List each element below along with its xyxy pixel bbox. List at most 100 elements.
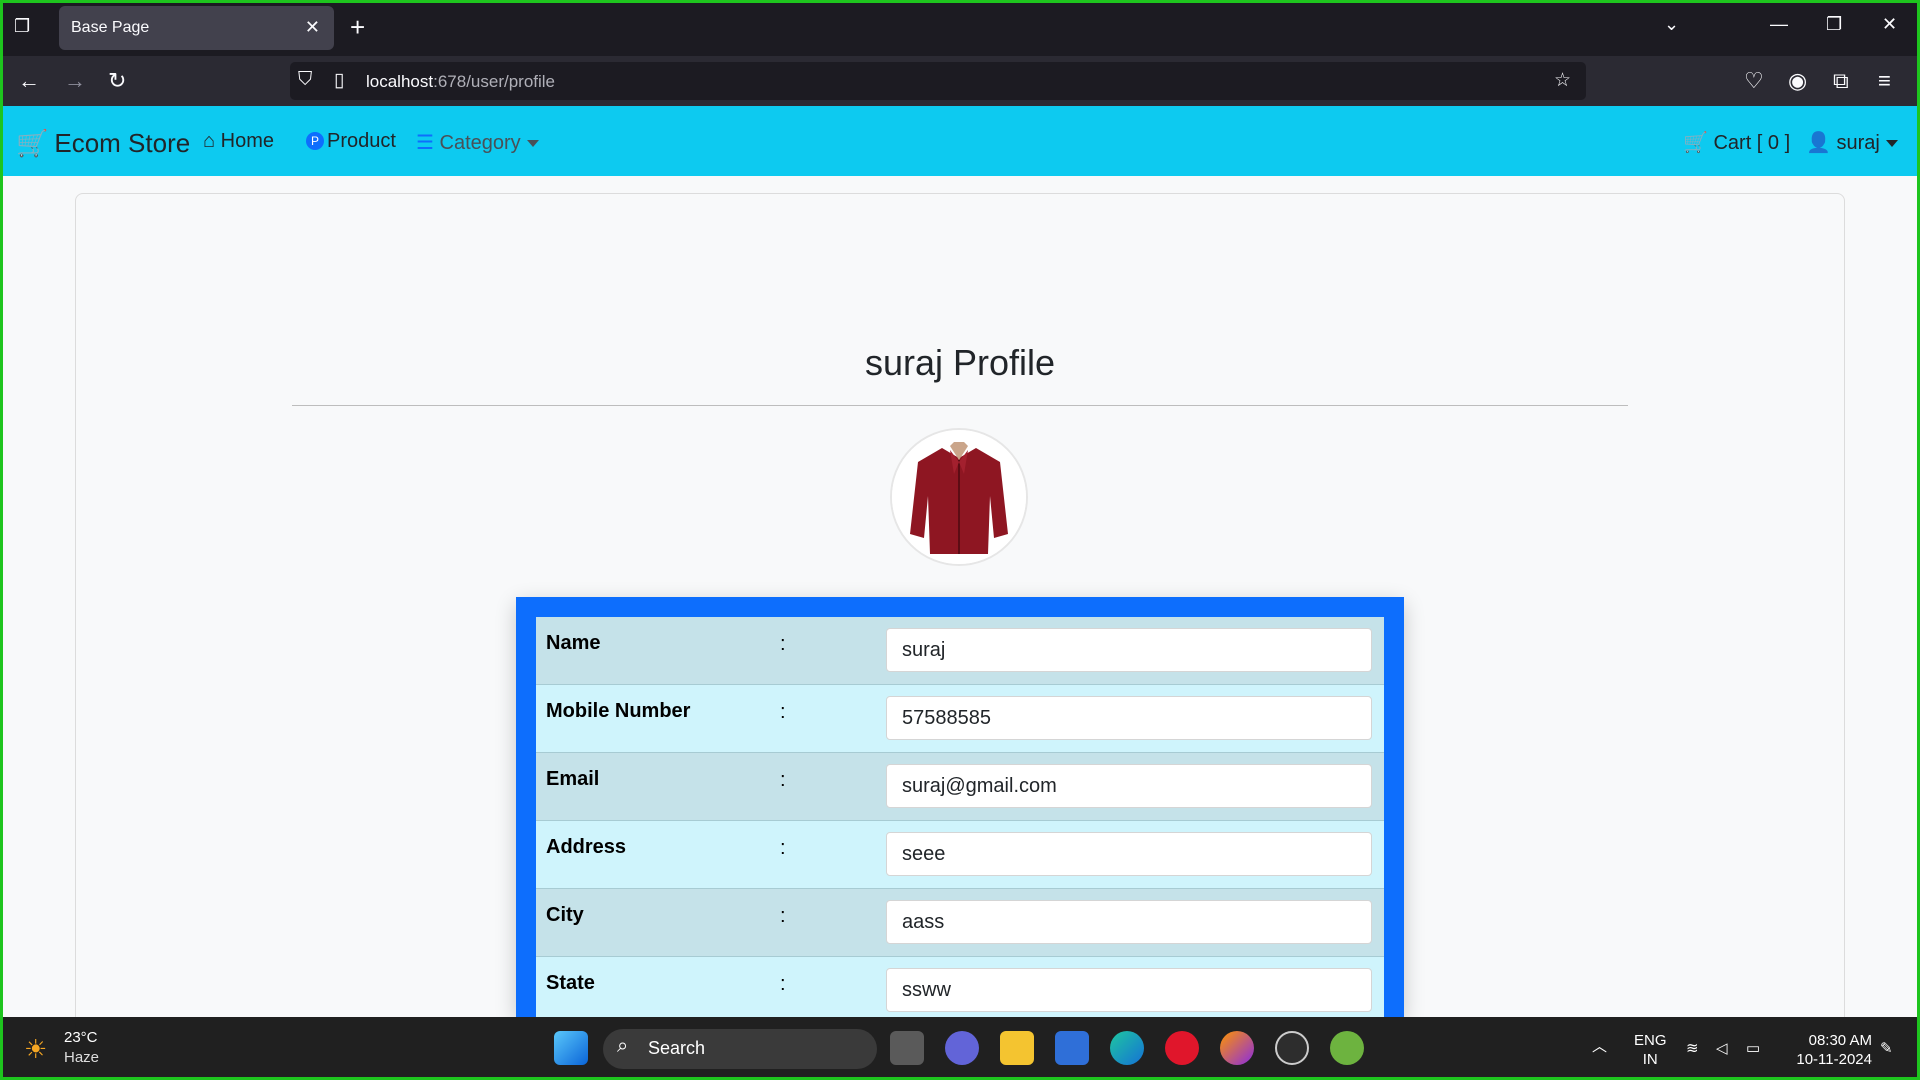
divider: [292, 405, 1628, 406]
account-icon[interactable]: ◉: [1788, 68, 1807, 94]
menu-icon[interactable]: ≡: [1878, 68, 1891, 94]
dropdown-caret-icon: [526, 140, 539, 148]
pocket-icon[interactable]: ♡: [1744, 68, 1764, 94]
extensions-icon[interactable]: ⧉: [1833, 68, 1849, 94]
volume-icon[interactable]: ◁: [1716, 1039, 1728, 1058]
field-label: Mobile Number: [546, 700, 691, 722]
browser-tab-bar: ❐ Base Page ✕ + ⌄ — ❐ ✕: [0, 0, 1920, 56]
nav-user-label: suraj: [1836, 132, 1880, 154]
weather-desc: Haze: [64, 1049, 100, 1066]
tab-list-icon[interactable]: ❐: [14, 16, 38, 40]
field-colon: :: [780, 837, 786, 859]
state-field[interactable]: ssww: [886, 968, 1372, 1012]
close-tab-icon[interactable]: ✕: [305, 17, 320, 38]
nav-cart[interactable]: 🛒 Cart [ 0 ]: [1683, 130, 1790, 155]
battery-icon[interactable]: ▭: [1746, 1039, 1760, 1058]
opera-icon[interactable]: [1165, 1031, 1199, 1065]
weather-temp: 23°C: [64, 1029, 98, 1046]
nav-user-dropdown[interactable]: 👤 suraj: [1806, 130, 1898, 155]
shield-icon[interactable]: ⛉: [298, 69, 312, 91]
start-icon[interactable]: [554, 1031, 588, 1065]
wifi-icon[interactable]: ≋: [1686, 1039, 1699, 1058]
table-row: State : ssww: [536, 957, 1384, 1025]
house-icon: ⌂: [203, 130, 216, 152]
lang-code: ENG: [1634, 1032, 1667, 1049]
browser-tab[interactable]: Base Page ✕: [59, 6, 334, 50]
field-label: City: [546, 904, 584, 926]
table-row: Mobile Number : 57588585: [536, 685, 1384, 753]
nav-home[interactable]: ⌂ Home: [203, 130, 274, 153]
email-field[interactable]: suraj@gmail.com: [886, 764, 1372, 808]
task-view-icon[interactable]: [890, 1031, 924, 1065]
user-icon: 👤: [1806, 132, 1831, 154]
dropdown-caret-icon: [1885, 140, 1898, 148]
product-p-icon: P: [306, 132, 324, 150]
field-colon: :: [780, 905, 786, 927]
firefox-icon[interactable]: [1220, 1031, 1254, 1065]
profile-table: Name : suraj Mobile Number : 57588585 Em…: [516, 597, 1404, 1025]
nav-product-label: Product: [327, 130, 396, 152]
reload-icon[interactable]: ↻: [108, 68, 126, 94]
os-taskbar: ☀ 23°C Haze ⌕ Search ︿ ENG IN ≋ ◁ ▭ 08:3…: [0, 1017, 1920, 1080]
shirt-image: [892, 430, 1026, 564]
field-colon: :: [780, 769, 786, 791]
field-label: State: [546, 972, 595, 994]
clock[interactable]: 08:30 AM 10-11-2024: [1784, 1031, 1872, 1069]
field-label: Address: [546, 836, 627, 858]
spring-tools-icon[interactable]: [1330, 1031, 1364, 1065]
table-row: Address : seee: [536, 821, 1384, 889]
field-colon: :: [780, 633, 786, 655]
weather-sun-icon: ☀: [24, 1034, 48, 1064]
site-navbar: 🛒 Ecom Store ⌂ Home P Product ☰ Category 🛒…: [0, 106, 1920, 176]
nav-product[interactable]: P Product: [306, 130, 396, 153]
back-icon[interactable]: ←: [18, 68, 40, 94]
nav-category-dropdown[interactable]: ☰ Category: [416, 130, 539, 155]
name-field[interactable]: suraj: [886, 628, 1372, 672]
teams-chat-icon[interactable]: [945, 1031, 979, 1065]
address-field[interactable]: seee: [886, 832, 1372, 876]
profile-avatar: [890, 428, 1028, 566]
region-code: IN: [1642, 1051, 1658, 1068]
new-tab-icon[interactable]: +: [350, 12, 365, 43]
field-label: Name: [546, 632, 601, 654]
url-text[interactable]: localhost:678/user/profile: [366, 72, 555, 92]
url-bar[interactable]: ⛉ ▯ localhost:678/user/profile ☆: [290, 62, 1586, 100]
field-colon: :: [780, 973, 786, 995]
page-icon: ▯: [334, 70, 345, 91]
field-label: Email: [546, 768, 600, 790]
search-label: Search: [648, 1038, 706, 1058]
brand-name: Ecom Store: [54, 128, 191, 158]
edge-icon[interactable]: [1110, 1031, 1144, 1065]
nav-home-label: Home: [220, 130, 275, 152]
mobile-field[interactable]: 57588585: [886, 696, 1372, 740]
bookmark-star-icon[interactable]: ☆: [1554, 69, 1571, 92]
cart-icon: 🛒: [16, 128, 49, 158]
url-path: :678/user/profile: [433, 72, 556, 91]
dell-icon[interactable]: [1275, 1031, 1309, 1065]
city-field[interactable]: aass: [886, 900, 1372, 944]
minimize-icon[interactable]: —: [1770, 14, 1788, 35]
tab-title: Base Page: [71, 19, 150, 36]
nav-cart-label: Cart [ 0 ]: [1713, 132, 1791, 154]
store-icon[interactable]: [1055, 1031, 1089, 1065]
file-explorer-icon[interactable]: [1000, 1031, 1034, 1065]
page-title: suraj Profile: [864, 342, 1056, 383]
clock-date: 10-11-2024: [1796, 1051, 1872, 1068]
field-colon: :: [780, 701, 786, 723]
layers-icon: ☰: [416, 132, 434, 154]
nav-category-label: Category: [439, 132, 521, 154]
cart-icon: 🛒: [1683, 132, 1708, 154]
notification-icon[interactable]: ✎: [1880, 1039, 1893, 1058]
brand-link[interactable]: 🛒 Ecom Store: [16, 128, 190, 159]
clock-time: 08:30 AM: [1808, 1032, 1872, 1049]
restore-icon[interactable]: ❐: [1826, 14, 1842, 35]
forward-icon[interactable]: →: [64, 68, 86, 94]
table-row: City : aass: [536, 889, 1384, 957]
tray-chevron-up-icon[interactable]: ︿: [1592, 1037, 1607, 1056]
table-row: Email : suraj@gmail.com: [536, 753, 1384, 821]
tab-overflow-chevron-icon[interactable]: ⌄: [1664, 14, 1679, 35]
language-indicator[interactable]: ENG IN: [1634, 1031, 1667, 1069]
search-icon: ⌕: [617, 1035, 629, 1057]
taskbar-search[interactable]: ⌕ Search: [603, 1029, 877, 1069]
close-window-icon[interactable]: ✕: [1882, 14, 1897, 35]
